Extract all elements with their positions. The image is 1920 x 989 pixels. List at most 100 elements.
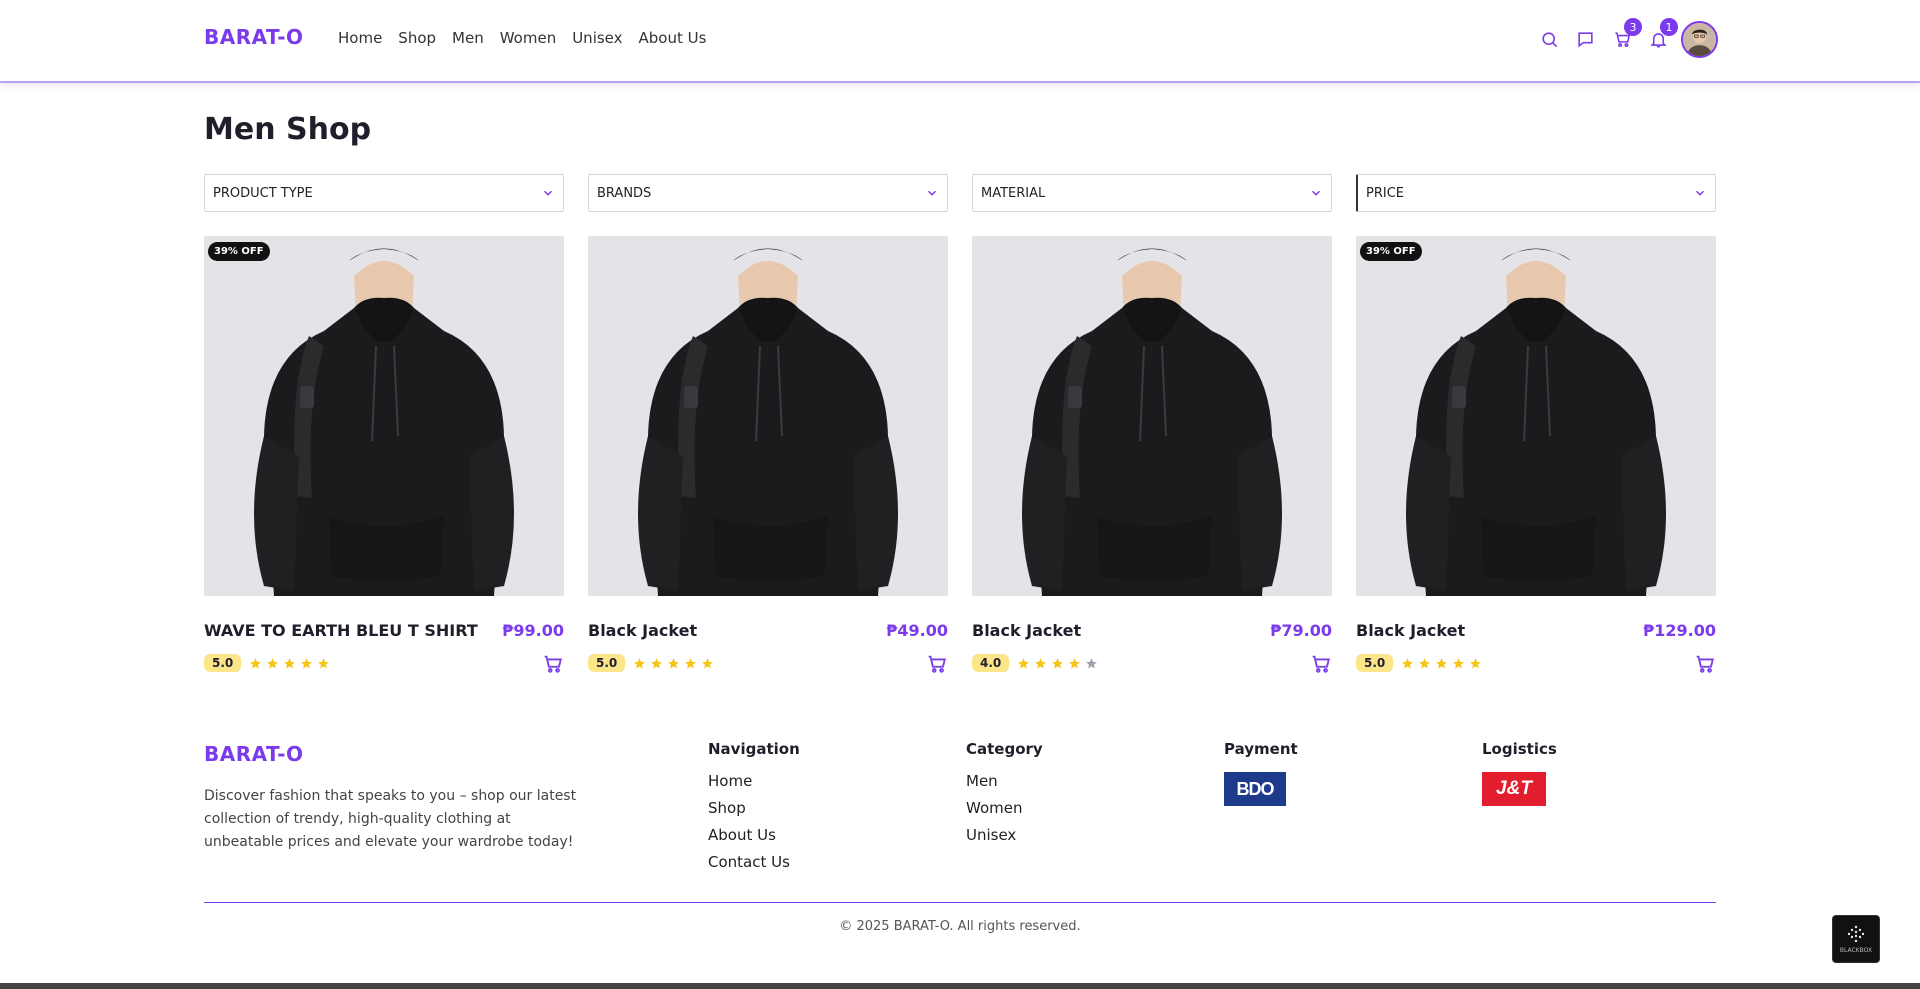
product-name[interactable]: Black Jacket [588,621,697,640]
footer-category: Category Men Women Unisex [966,740,1043,853]
chevron-down-icon [543,190,553,196]
star-icon [267,657,279,668]
brand-logo[interactable]: BARAT-O [204,25,304,49]
product-image-hoodie [972,236,1332,596]
star-icon [1052,657,1064,668]
bdo-logo: BDO [1224,772,1286,806]
footer-link-shop[interactable]: Shop [708,799,800,817]
star-icon [301,657,313,668]
filter-label: MATERIAL [981,185,1046,201]
main-nav: Home Shop Men Women Unisex About Us [338,29,706,47]
notification-bell-icon[interactable]: 1 [1646,18,1678,51]
rating-badge: 5.0 [204,654,242,672]
filter-label: PRICE [1366,185,1404,201]
add-to-cart-button[interactable] [1310,653,1332,675]
rating-stars [1017,657,1098,670]
star-icon [685,657,697,668]
filter-material[interactable]: MATERIAL [972,174,1332,212]
star-icon [702,657,714,668]
add-to-cart-button[interactable] [1694,653,1716,675]
product-image[interactable]: 39% OFF [1356,236,1716,596]
chevron-down-icon [927,190,937,196]
rating-stars [249,657,330,670]
nav-unisex[interactable]: Unisex [572,29,622,47]
add-to-cart-button[interactable] [926,653,948,675]
notification-count-badge: 1 [1660,18,1678,36]
footer-link-unisex[interactable]: Unisex [966,826,1043,844]
footer-payment-title: Payment [1224,740,1298,758]
rating-stars [633,657,714,670]
jt-express-logo: J&T [1482,772,1546,806]
star-icon [651,657,663,668]
star-icon [1069,657,1081,668]
discount-badge: 39% OFF [208,242,270,261]
cart-icon [544,655,562,673]
product-rating: 5.0 [1356,654,1482,672]
chevron-down-icon [1695,190,1705,196]
product-rating: 5.0 [588,654,714,672]
star-icon [1436,657,1448,668]
cart-icon[interactable]: 3 [1610,18,1642,51]
window-bottom-edge [0,983,1920,989]
nav-women[interactable]: Women [500,29,556,47]
footer-description: Discover fashion that speaks to you – sh… [204,788,577,850]
filter-label: BRANDS [597,185,652,201]
filter-brands[interactable]: BRANDS [588,174,948,212]
filter-product-type[interactable]: PRODUCT TYPE [204,174,564,212]
product-rating: 4.0 [972,654,1098,672]
product-card[interactable]: 39% OFF WAVE TO EARTH BLEU T SHIRT ₱99.0… [204,236,564,676]
nav-home[interactable]: Home [338,29,382,47]
cart-icon [1696,655,1714,673]
blackbox-logo-icon [1847,925,1865,943]
footer-link-home[interactable]: Home [708,772,800,790]
footer-navigation: Navigation Home Shop About Us Contact Us [708,740,800,880]
star-icon [1419,657,1431,668]
nav-about-us[interactable]: About Us [639,29,707,47]
add-to-cart-button[interactable] [542,653,564,675]
product-image[interactable] [972,236,1332,596]
message-icon[interactable] [1573,27,1597,51]
product-price: ₱99.00 [502,621,564,640]
filter-price[interactable]: PRICE [1356,174,1716,212]
star-icon [1470,657,1482,668]
product-price: ₱49.00 [886,621,948,640]
product-card[interactable]: Black Jacket ₱79.00 4.0 [972,236,1332,676]
footer-divider [204,902,1716,903]
product-price: ₱129.00 [1643,621,1716,640]
product-name[interactable]: Black Jacket [972,621,1081,640]
product-card[interactable]: 39% OFF Black Jacket ₱129.00 5.0 [1356,236,1716,676]
rating-stars [1401,657,1482,670]
nav-men[interactable]: Men [452,29,484,47]
product-card[interactable]: Black Jacket ₱49.00 5.0 [588,236,948,676]
product-image[interactable]: 39% OFF [204,236,564,596]
filter-bar: PRODUCT TYPE BRANDS MATERIAL PRICE [204,174,1716,212]
star-icon [284,657,296,668]
copyright-text: © 2025 BARAT-O. All rights reserved. [839,919,1081,934]
product-image[interactable] [588,236,948,596]
footer-link-women[interactable]: Women [966,799,1043,817]
product-name[interactable]: WAVE TO EARTH BLEU T SHIRT [204,621,478,640]
top-navbar: BARAT-O Home Shop Men Women Unisex About… [0,0,1920,83]
footer-link-men[interactable]: Men [966,772,1043,790]
footer-link-about-us[interactable]: About Us [708,826,800,844]
nav-shop[interactable]: Shop [398,29,436,47]
star-icon [668,657,680,668]
product-name[interactable]: Black Jacket [1356,621,1465,640]
star-icon [1402,657,1414,668]
user-avatar[interactable] [1681,21,1718,58]
footer-payment: Payment BDO [1224,740,1298,806]
star-icon [634,657,646,668]
star-icon [1035,657,1047,668]
search-icon[interactable] [1537,27,1561,51]
footer-logistics: Logistics J&T [1482,740,1557,806]
footer-brand[interactable]: BARAT-O [204,742,304,766]
star-icon [250,657,262,668]
filter-label: PRODUCT TYPE [213,185,313,201]
blackbox-label: BLACKBOX [1839,947,1873,954]
rating-badge: 4.0 [972,654,1010,672]
cart-count-badge: 3 [1624,18,1642,36]
star-icon [1018,657,1030,668]
blackbox-widget[interactable]: BLACKBOX [1832,915,1880,963]
footer-link-contact-us[interactable]: Contact Us [708,853,800,871]
star-icon [318,657,330,668]
